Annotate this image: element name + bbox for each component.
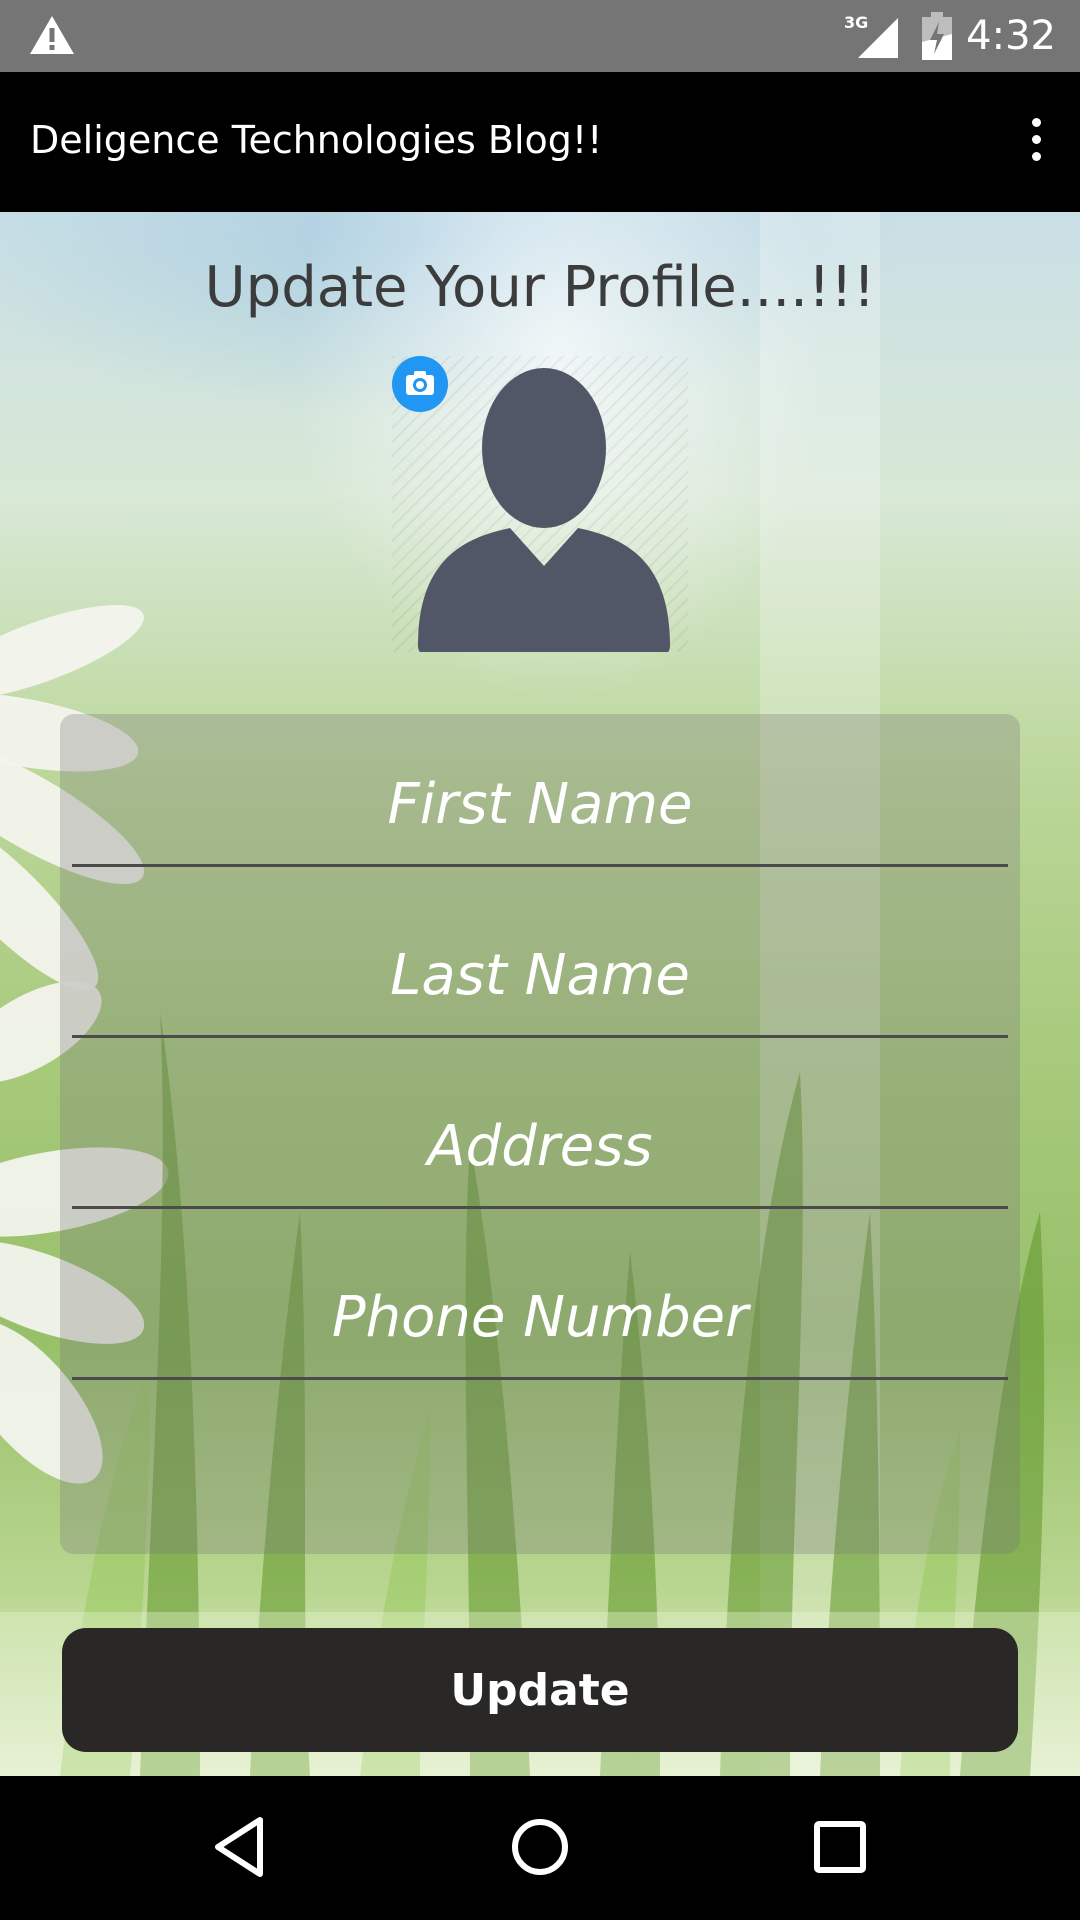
first-name-input[interactable] (72, 744, 1008, 867)
back-icon[interactable] (212, 1816, 268, 1878)
phone-number-input[interactable] (72, 1257, 1008, 1380)
app-bar: Deligence Technologies Blog!! (0, 72, 1080, 212)
update-button[interactable]: Update (62, 1628, 1018, 1752)
profile-form (60, 714, 1020, 1554)
recents-icon[interactable] (812, 1816, 868, 1878)
address-input[interactable] (72, 1086, 1008, 1209)
app-title: Deligence Technologies Blog!! (30, 118, 603, 162)
signal-icon: 3G (844, 13, 898, 58)
last-name-input[interactable] (72, 915, 1008, 1038)
status-bar: 3G 4:32 (0, 0, 1080, 72)
battery-icon (922, 12, 952, 60)
overflow-menu-icon[interactable] (1028, 118, 1044, 170)
navigation-bar (0, 1776, 1080, 1920)
network-type-label: 3G (844, 13, 868, 32)
clock: 4:32 (966, 13, 1056, 59)
camera-icon (406, 371, 434, 395)
home-icon[interactable] (510, 1816, 570, 1878)
change-photo-button[interactable] (392, 356, 448, 412)
warning-icon (30, 16, 74, 54)
profile-form-screen: Update Your Profile....!!! Update (0, 212, 1080, 1776)
page-title: Update Your Profile....!!! (204, 255, 876, 320)
